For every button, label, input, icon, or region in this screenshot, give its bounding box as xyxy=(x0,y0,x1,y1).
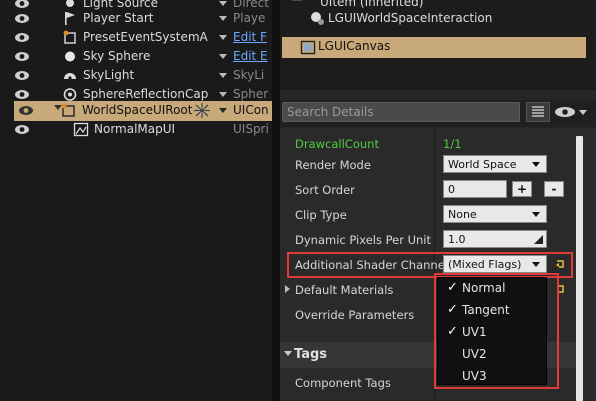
sort-order-label: Sort Order xyxy=(295,183,355,197)
eye-icon[interactable] xyxy=(14,89,30,100)
sphere-icon xyxy=(65,51,75,62)
grid-view-icon[interactable] xyxy=(526,102,550,122)
eye-icon[interactable] xyxy=(14,0,30,9)
component-tree: UItem (Inherited) LGUIWorldSpaceInteract… xyxy=(280,0,596,90)
outliner-row-skylight[interactable]: SkyLight SkyLi xyxy=(0,66,272,85)
property-row-clip-type: Clip Type None xyxy=(280,202,576,227)
edit-blueprint-link[interactable]: Edit F xyxy=(233,30,272,44)
sort-order-increment-button[interactable]: + xyxy=(512,181,532,197)
search-details-input[interactable] xyxy=(282,102,520,122)
property-row-render-mode: Render Mode World Space xyxy=(280,152,576,177)
component-canvas-label: LGUICanvas xyxy=(318,39,391,53)
ui-sprite-icon xyxy=(73,122,89,137)
eye-icon[interactable] xyxy=(14,70,30,81)
outliner-row-label: NormalMapUI xyxy=(94,122,176,136)
outliner-row-label: Player Start xyxy=(83,11,154,25)
outliner-row-type: UISpri xyxy=(233,122,269,136)
component-inherited-label[interactable]: UItem (Inherited) xyxy=(320,0,423,9)
property-row-dynamic-pixels-per-unit: Dynamic Pixels Per Unit 1.0 xyxy=(280,227,576,252)
eye-icon[interactable] xyxy=(14,13,30,24)
drawcall-count-value: 1/1 xyxy=(443,137,462,151)
expand-arrow-icon[interactable] xyxy=(285,285,290,293)
outliner-row-type: Playe xyxy=(233,11,266,25)
tree-connector-icon xyxy=(291,0,302,1)
outliner-row-world-space-ui-root[interactable]: WorldSpaceUIRoot UICon xyxy=(14,101,272,121)
component-tags-label: Component Tags xyxy=(295,376,391,390)
interaction-component-icon xyxy=(311,12,324,25)
eye-icon[interactable] xyxy=(14,124,30,135)
panel-splitter[interactable] xyxy=(272,0,280,401)
chevron-down-icon[interactable] xyxy=(219,92,227,97)
collapse-arrow-icon[interactable] xyxy=(284,351,292,356)
skylight-icon xyxy=(64,73,76,80)
sort-order-decrement-button[interactable]: - xyxy=(544,181,564,197)
drawcall-count-label: DrawcallCount xyxy=(295,137,379,151)
component-row-lgui-canvas[interactable]: LGUICanvas xyxy=(282,37,586,58)
spin-handle-icon[interactable] xyxy=(534,235,543,244)
spark-icon xyxy=(194,103,210,118)
outliner-row-label: Sky Sphere xyxy=(83,49,151,63)
outliner-row-player-start[interactable]: Player Start Playe xyxy=(0,9,272,28)
chevron-down-icon[interactable] xyxy=(219,1,227,6)
render-mode-label: Render Mode xyxy=(295,158,371,172)
chevron-down-icon[interactable] xyxy=(219,73,227,78)
property-row-sort-order: Sort Order 0 + - xyxy=(280,177,576,202)
override-parameters-label: Override Parameters xyxy=(295,308,415,322)
editor-window: Light Source Direct Player Start Playe P… xyxy=(0,0,596,401)
tags-section-title: Tags xyxy=(294,347,328,362)
outliner-row-type: UICon xyxy=(233,103,269,117)
outliner-row-type: SkyLi xyxy=(233,68,265,82)
outliner-row-label: PresetEventSystemA xyxy=(83,30,208,44)
flag-icon xyxy=(65,12,75,25)
chevron-down-icon[interactable] xyxy=(219,16,227,21)
blueprint-actor-icon xyxy=(63,30,76,44)
details-scrollbar[interactable] xyxy=(576,136,583,401)
canvas-component-icon xyxy=(300,40,316,55)
clip-type-dropdown[interactable]: None xyxy=(443,205,547,223)
eye-icon[interactable] xyxy=(18,105,34,116)
outliner-row-label: SphereReflectionCap xyxy=(83,87,209,101)
scrollbar-thumb[interactable] xyxy=(576,136,583,401)
outliner-row-preset-event-system[interactable]: PresetEventSystemA Edit F xyxy=(0,28,272,47)
render-mode-dropdown[interactable]: World Space xyxy=(443,155,547,173)
dynamic-pixels-label: Dynamic Pixels Per Unit xyxy=(295,233,432,247)
outliner-row-label: SkyLight xyxy=(83,68,135,82)
component-interaction-label[interactable]: LGUIWorldSpaceInteraction xyxy=(328,11,492,25)
outliner-row-type: Spher xyxy=(233,87,269,101)
outliner-row-sky-sphere[interactable]: Sky Sphere Edit E xyxy=(0,47,272,66)
view-options-eye-icon[interactable] xyxy=(554,103,588,121)
chevron-down-icon[interactable] xyxy=(219,54,227,59)
details-search-bar xyxy=(280,100,596,127)
eye-icon[interactable] xyxy=(14,32,30,43)
eye-icon[interactable] xyxy=(14,51,30,62)
chevron-down-icon[interactable] xyxy=(219,35,227,40)
default-materials-label: Default Materials xyxy=(295,283,394,297)
chevron-down-icon[interactable] xyxy=(219,108,227,113)
ui-root-icon xyxy=(61,103,75,117)
clip-type-label: Clip Type xyxy=(295,208,347,222)
sort-order-input[interactable]: 0 xyxy=(443,180,507,198)
edit-blueprint-link[interactable]: Edit E xyxy=(233,49,272,63)
dynamic-pixels-input[interactable]: 1.0 xyxy=(443,230,547,248)
outliner-row-normal-map-ui[interactable]: NormalMapUI UISpri xyxy=(0,120,272,139)
world-outliner: Light Source Direct Player Start Playe P… xyxy=(0,0,272,401)
highlight-shader-channels-menu xyxy=(434,273,559,389)
